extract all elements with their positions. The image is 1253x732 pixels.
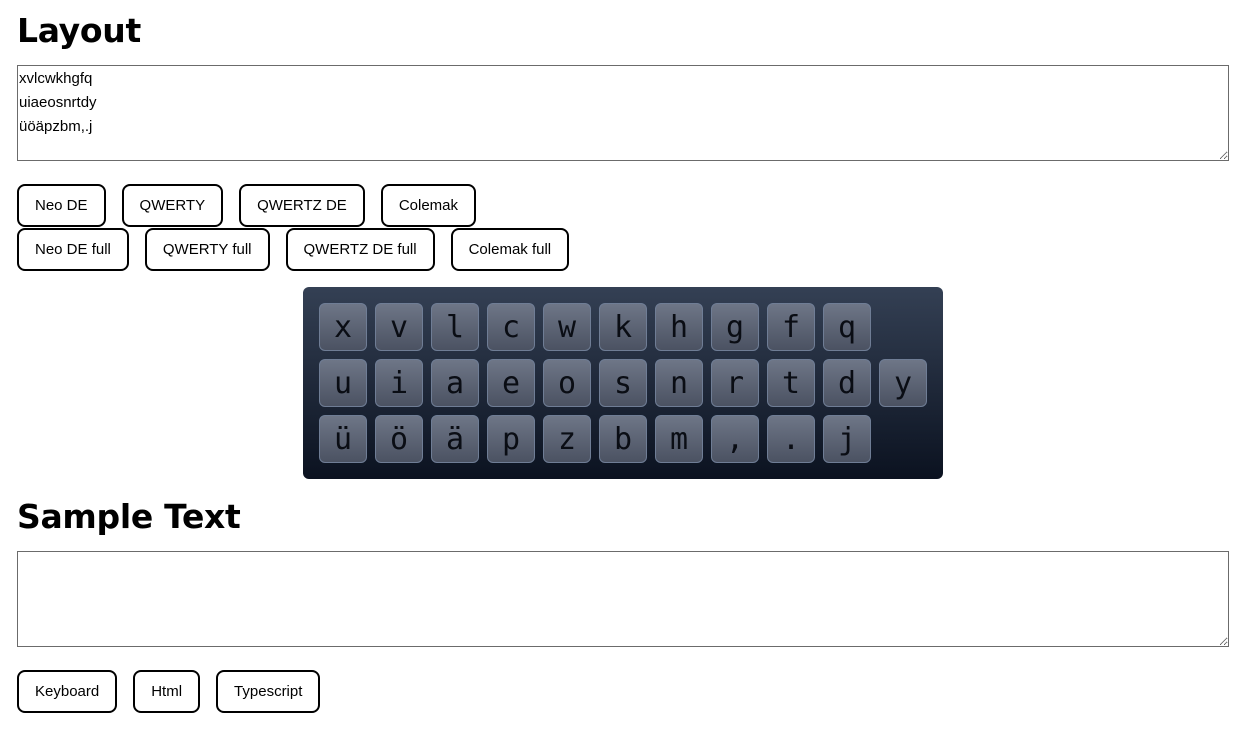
keyboard-key: p bbox=[487, 415, 535, 463]
keyboard-key: t bbox=[767, 359, 815, 407]
keyboard-key: z bbox=[543, 415, 591, 463]
qwertz-de-full-button[interactable]: QWERTZ DE full bbox=[285, 228, 435, 271]
keyboard-key: k bbox=[599, 303, 647, 351]
keyboard-key: i bbox=[375, 359, 423, 407]
html-button[interactable]: Html bbox=[133, 670, 201, 713]
keyboard-key: . bbox=[767, 415, 815, 463]
keyboard-key: , bbox=[711, 415, 759, 463]
sample-textarea[interactable] bbox=[17, 551, 1229, 647]
sample-preset-row: Keyboard Html Typescript bbox=[17, 670, 321, 713]
keyboard-key: q bbox=[823, 303, 871, 351]
keyboard-key: n bbox=[655, 359, 703, 407]
keyboard-key: d bbox=[823, 359, 871, 407]
keyboard-key: ü bbox=[319, 415, 367, 463]
keyboard-key: m bbox=[655, 415, 703, 463]
keyboard-key: j bbox=[823, 415, 871, 463]
layout-preset-row-basic: Neo DE QWERTY QWERTZ DE Colemak bbox=[17, 184, 477, 227]
keyboard-key: l bbox=[431, 303, 479, 351]
keyboard-key: w bbox=[543, 303, 591, 351]
keyboard-key: e bbox=[487, 359, 535, 407]
keyboard-key: s bbox=[599, 359, 647, 407]
keyboard-row: xvlcwkhgfq bbox=[319, 303, 927, 351]
sample-text-heading: Sample Text bbox=[17, 497, 241, 536]
keyboard-key: v bbox=[375, 303, 423, 351]
colemak-full-button[interactable]: Colemak full bbox=[450, 228, 570, 271]
qwerty-button[interactable]: QWERTY bbox=[121, 184, 224, 227]
keyboard-key: ö bbox=[375, 415, 423, 463]
layout-heading: Layout bbox=[17, 11, 141, 50]
typescript-button[interactable]: Typescript bbox=[216, 670, 321, 713]
page: Layout Neo DE QWERTY QWERTZ DE Colemak Neo … bbox=[0, 0, 1253, 732]
keyboard-key: a bbox=[431, 359, 479, 407]
layout-preset-row-full: Neo DE full QWERTY full QWERTZ DE full Cole… bbox=[17, 228, 570, 271]
neo-de-button[interactable]: Neo DE bbox=[17, 184, 106, 227]
keyboard-key: h bbox=[655, 303, 703, 351]
keyboard-key: g bbox=[711, 303, 759, 351]
keyboard-row: üöäpzbm,.j bbox=[319, 415, 927, 463]
layout-textarea[interactable] bbox=[17, 65, 1229, 161]
keyboard-row: uiaeosnrtdy bbox=[319, 359, 927, 407]
neo-de-full-button[interactable]: Neo DE full bbox=[17, 228, 129, 271]
keyboard-key: b bbox=[599, 415, 647, 463]
keyboard-key: c bbox=[487, 303, 535, 351]
keyboard-key: y bbox=[879, 359, 927, 407]
keyboard-key: u bbox=[319, 359, 367, 407]
keyboard-key: x bbox=[319, 303, 367, 351]
qwerty-full-button[interactable]: QWERTY full bbox=[144, 228, 270, 271]
qwertz-de-button[interactable]: QWERTZ DE bbox=[239, 184, 365, 227]
colemak-button[interactable]: Colemak bbox=[380, 184, 477, 227]
keyboard-button[interactable]: Keyboard bbox=[17, 670, 118, 713]
keyboard-key: ä bbox=[431, 415, 479, 463]
keyboard-key: f bbox=[767, 303, 815, 351]
keyboard-key: r bbox=[711, 359, 759, 407]
keyboard-key: o bbox=[543, 359, 591, 407]
keyboard-preview: xvlcwkhgfq uiaeosnrtdy üöäpzbm,.j bbox=[303, 287, 943, 479]
